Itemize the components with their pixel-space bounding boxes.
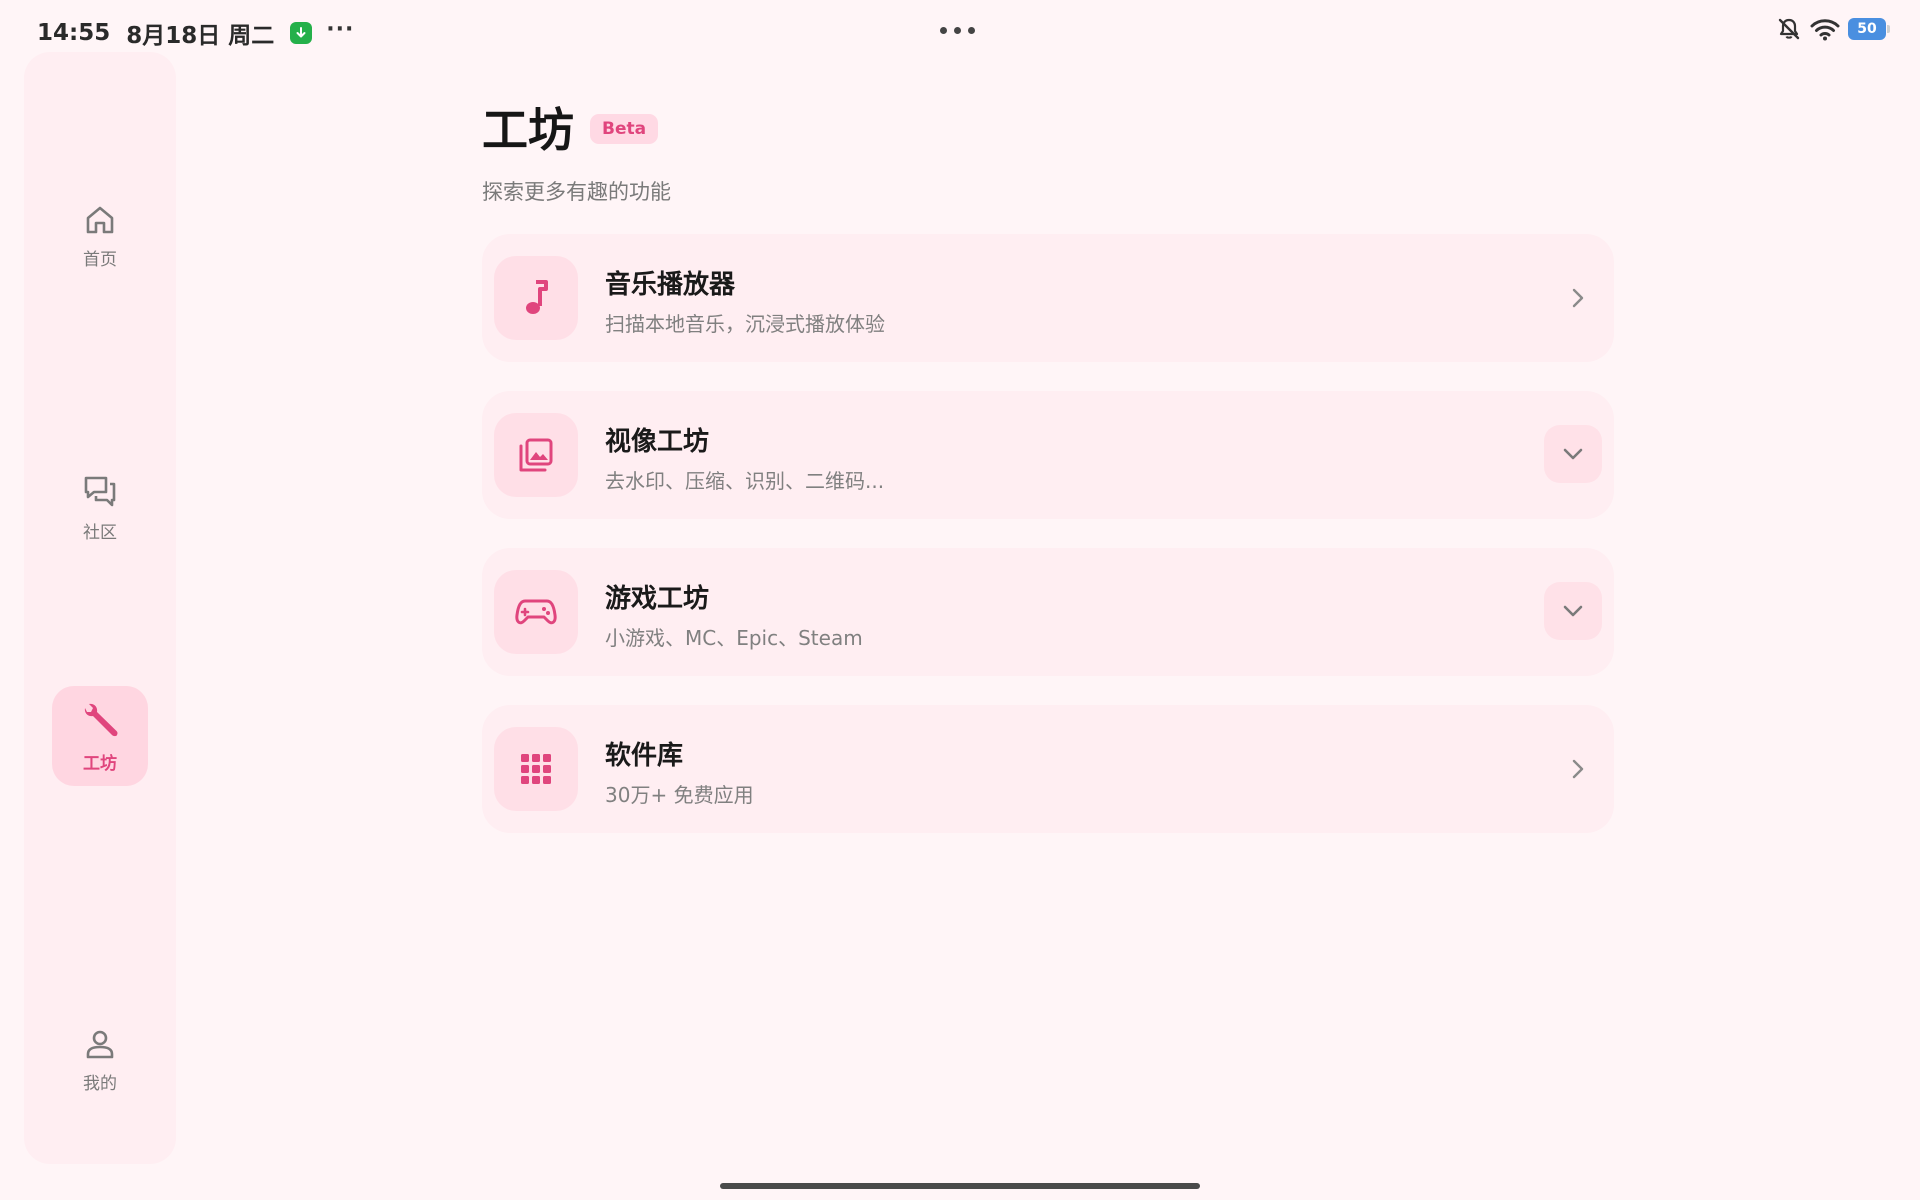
page-header: 工坊 Beta 探索更多有趣的功能 [482, 94, 671, 206]
chevron-down-icon [1563, 605, 1583, 617]
card-description: 扫描本地音乐，沉浸式播放体验 [605, 312, 885, 336]
download-icon [290, 22, 313, 44]
page-subtitle: 探索更多有趣的功能 [482, 180, 671, 204]
music-note-icon [494, 256, 578, 340]
battery-indicator: 50 [1848, 18, 1890, 40]
sidebar-item-label: 工坊 [83, 753, 117, 774]
sidebar-item-label: 我的 [83, 1073, 117, 1094]
sidebar-item-home[interactable]: 首页 [52, 186, 148, 286]
home-indicator[interactable] [720, 1183, 1200, 1189]
card-music-player[interactable]: 音乐播放器 扫描本地音乐，沉浸式播放体验 [482, 234, 1614, 362]
sidebar-item-label: 首页 [83, 249, 117, 270]
expand-button[interactable] [1544, 582, 1602, 640]
card-title: 软件库 [605, 741, 684, 771]
card-title: 游戏工坊 [605, 584, 710, 614]
sidebar-item-community[interactable]: 社区 [52, 458, 148, 558]
status-date: 8月18日 周二 [126, 23, 275, 49]
status-bar: 14:55 8月18日 周二 ··· 50 [0, 0, 1920, 58]
feature-list: 音乐播放器 扫描本地音乐，沉浸式播放体验 视像工坊 去水印、压缩、识别、二维码.… [482, 234, 1614, 862]
chevron-down-icon [1563, 448, 1583, 460]
image-library-icon [494, 413, 578, 497]
card-description: 30万+ 免费应用 [605, 783, 754, 807]
beta-badge: Beta [590, 114, 659, 144]
page-title: 工坊 [482, 103, 574, 157]
card-game-workshop[interactable]: 游戏工坊 小游戏、MC、Epic、Steam [482, 548, 1614, 676]
app-grid-icon [494, 727, 578, 811]
expand-button[interactable] [1544, 425, 1602, 483]
chevron-right-icon [1564, 284, 1592, 312]
status-more-icon: ··· [326, 16, 355, 42]
home-icon [86, 206, 114, 233]
wrench-icon [84, 703, 118, 736]
card-video-workshop[interactable]: 视像工坊 去水印、压缩、识别、二维码... [482, 391, 1614, 519]
chevron-right-icon [1564, 755, 1592, 783]
sidebar-item-label: 社区 [83, 522, 117, 543]
sidebar-item-profile[interactable]: 我的 [52, 1010, 148, 1110]
card-title: 音乐播放器 [605, 270, 736, 300]
status-time: 14:55 [37, 20, 111, 46]
bell-muted-icon [1778, 18, 1800, 40]
card-app-library[interactable]: 软件库 30万+ 免费应用 [482, 705, 1614, 833]
card-description: 去水印、压缩、识别、二维码... [605, 469, 885, 493]
chat-icon [84, 476, 116, 506]
wifi-icon [1810, 19, 1840, 41]
person-icon [86, 1030, 114, 1058]
gamepad-icon [494, 570, 578, 654]
status-right: 50 [1776, 16, 1890, 42]
multitask-dots-icon[interactable] [940, 27, 975, 34]
card-description: 小游戏、MC、Epic、Steam [605, 626, 863, 650]
status-left: 14:55 8月18日 周二 ··· [37, 16, 354, 50]
card-title: 视像工坊 [605, 427, 710, 457]
sidebar-item-workshop[interactable]: 工坊 [52, 686, 148, 786]
sidebar: 首页 社区 工坊 我的 [24, 52, 176, 1164]
